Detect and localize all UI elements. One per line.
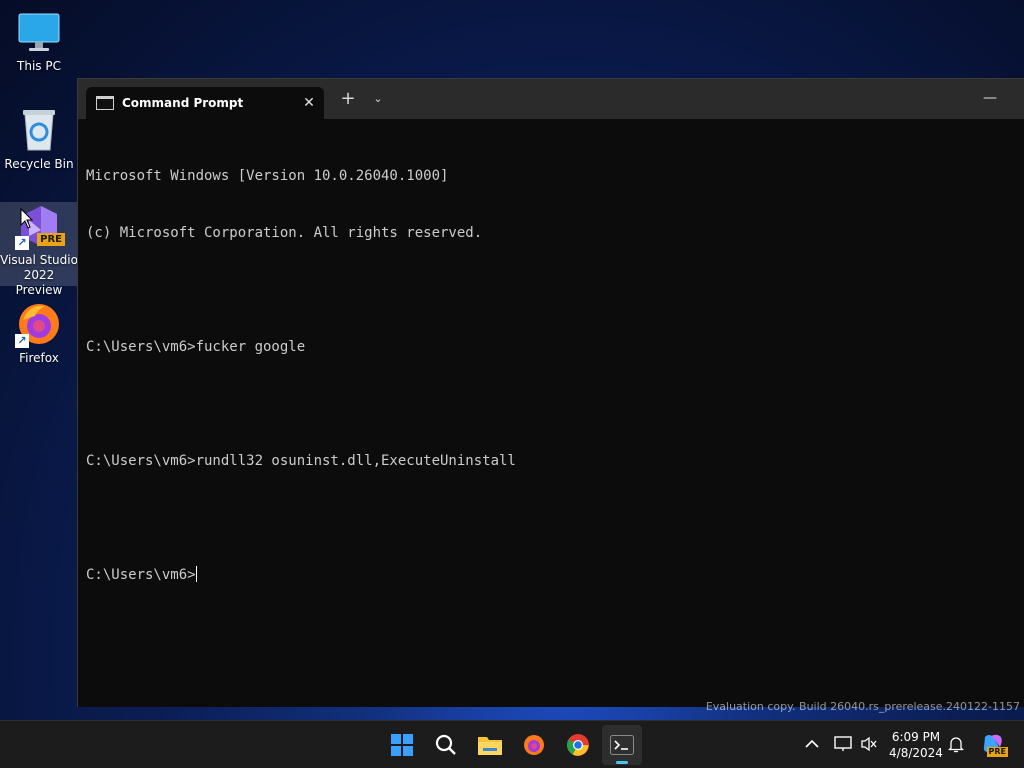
volume-muted-icon <box>861 736 877 752</box>
desktop-icon-this-pc[interactable]: This PC <box>0 8 78 74</box>
mouse-cursor-icon <box>20 208 34 229</box>
search-icon <box>435 734 456 755</box>
firefox-taskbar-button[interactable] <box>514 725 554 765</box>
clock[interactable]: 6:09 PM 4/8/2024 <box>884 729 948 761</box>
console-line: C:\Users\vm6>fucker google <box>86 339 306 355</box>
console-line: (c) Microsoft Corporation. All rights re… <box>86 225 483 241</box>
desktop-icon-recycle-bin[interactable]: Recycle Bin <box>0 106 78 172</box>
copilot-preview-badge: PRE <box>986 747 1008 757</box>
windows-logo-icon <box>391 734 413 756</box>
minimize-button[interactable]: — <box>970 87 1010 111</box>
text-caret <box>195 566 197 582</box>
recycle-bin-icon <box>15 106 63 154</box>
terminal-taskbar-button[interactable] <box>602 725 642 765</box>
desktop-icon-label: Firefox <box>19 351 59 365</box>
chrome-taskbar-button[interactable] <box>558 725 598 765</box>
desktop-icon-label: Recycle Bin <box>4 157 74 171</box>
tab-title: Command Prompt <box>122 96 244 110</box>
start-button[interactable] <box>382 725 422 765</box>
terminal-window[interactable]: Command Prompt ✕ + ⌄ — Microsoft Windows… <box>77 78 1024 707</box>
desktop-icon-visual-studio[interactable]: PRE ↗ Visual Studio 2022 Preview <box>0 202 78 297</box>
search-button[interactable] <box>426 725 466 765</box>
chrome-icon <box>567 734 589 756</box>
clock-time: 6:09 PM <box>891 730 941 744</box>
new-tab-button[interactable]: + <box>336 87 360 111</box>
title-bar[interactable]: Command Prompt ✕ + ⌄ — <box>78 79 1024 119</box>
desktop-icon-firefox[interactable]: ↗ Firefox <box>0 300 78 366</box>
volume-button[interactable] <box>858 733 880 755</box>
taskbar: 6:09 PM 4/8/2024 PRE <box>0 720 1024 768</box>
folder-icon <box>478 737 502 755</box>
bell-icon <box>948 737 964 753</box>
active-app-indicator <box>616 761 628 764</box>
show-hidden-icons-button[interactable] <box>801 733 823 755</box>
clock-date: 4/8/2024 <box>889 746 943 760</box>
copilot-button[interactable]: PRE <box>980 733 1008 757</box>
monitor-icon <box>15 8 63 56</box>
firefox-icon: ↗ <box>15 300 63 348</box>
evaluation-watermark: Evaluation copy. Build 26040.rs_prerelea… <box>705 700 1020 713</box>
terminal-icon <box>610 735 634 755</box>
console-output[interactable]: Microsoft Windows [Version 10.0.26040.10… <box>86 129 1016 699</box>
notifications-button[interactable] <box>945 733 967 755</box>
command-prompt-icon <box>96 96 114 110</box>
console-prompt-line[interactable]: C:\Users\vm6> <box>86 566 1016 585</box>
prompt-text: C:\Users\vm6> <box>86 567 196 583</box>
desktop-icon-label: This PC <box>17 59 61 73</box>
console-line: C:\Users\vm6>rundll32 osuninst.dll,Execu… <box>86 453 516 469</box>
file-explorer-button[interactable] <box>470 725 510 765</box>
console-line: Microsoft Windows [Version 10.0.26040.10… <box>86 168 449 184</box>
desktop-icon-label: Visual Studio 2022 Preview <box>0 253 78 297</box>
chevron-up-icon <box>805 739 819 748</box>
tab-command-prompt[interactable]: Command Prompt ✕ <box>86 87 324 119</box>
shortcut-arrow-icon: ↗ <box>15 334 29 348</box>
desktop: This PC Recycle Bin PRE ↗ Visual Studio … <box>0 0 1024 768</box>
preview-badge: PRE <box>37 233 65 246</box>
network-icon <box>834 736 852 751</box>
close-tab-button[interactable]: ✕ <box>294 95 324 111</box>
network-button[interactable] <box>832 733 854 755</box>
chevron-down-icon[interactable]: ⌄ <box>366 87 390 111</box>
firefox-icon <box>524 735 544 755</box>
shortcut-arrow-icon: ↗ <box>15 236 29 250</box>
